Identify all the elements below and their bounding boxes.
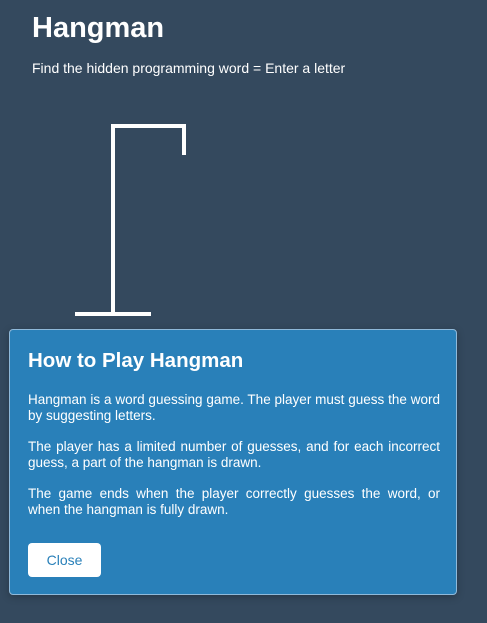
modal-paragraph-end: The game ends when the player correctly … [28, 486, 440, 517]
modal-paragraph-guesses: The player has a limited number of guess… [28, 439, 440, 470]
modal-title: How to Play Hangman [28, 349, 244, 372]
how-to-play-modal: How to Play Hangman Hangman is a word gu… [9, 329, 457, 595]
modal-paragraph-intro: Hangman is a word guessing game. The pla… [28, 392, 440, 423]
gallows-drawing [75, 124, 186, 316]
close-button[interactable]: Close [28, 543, 101, 577]
